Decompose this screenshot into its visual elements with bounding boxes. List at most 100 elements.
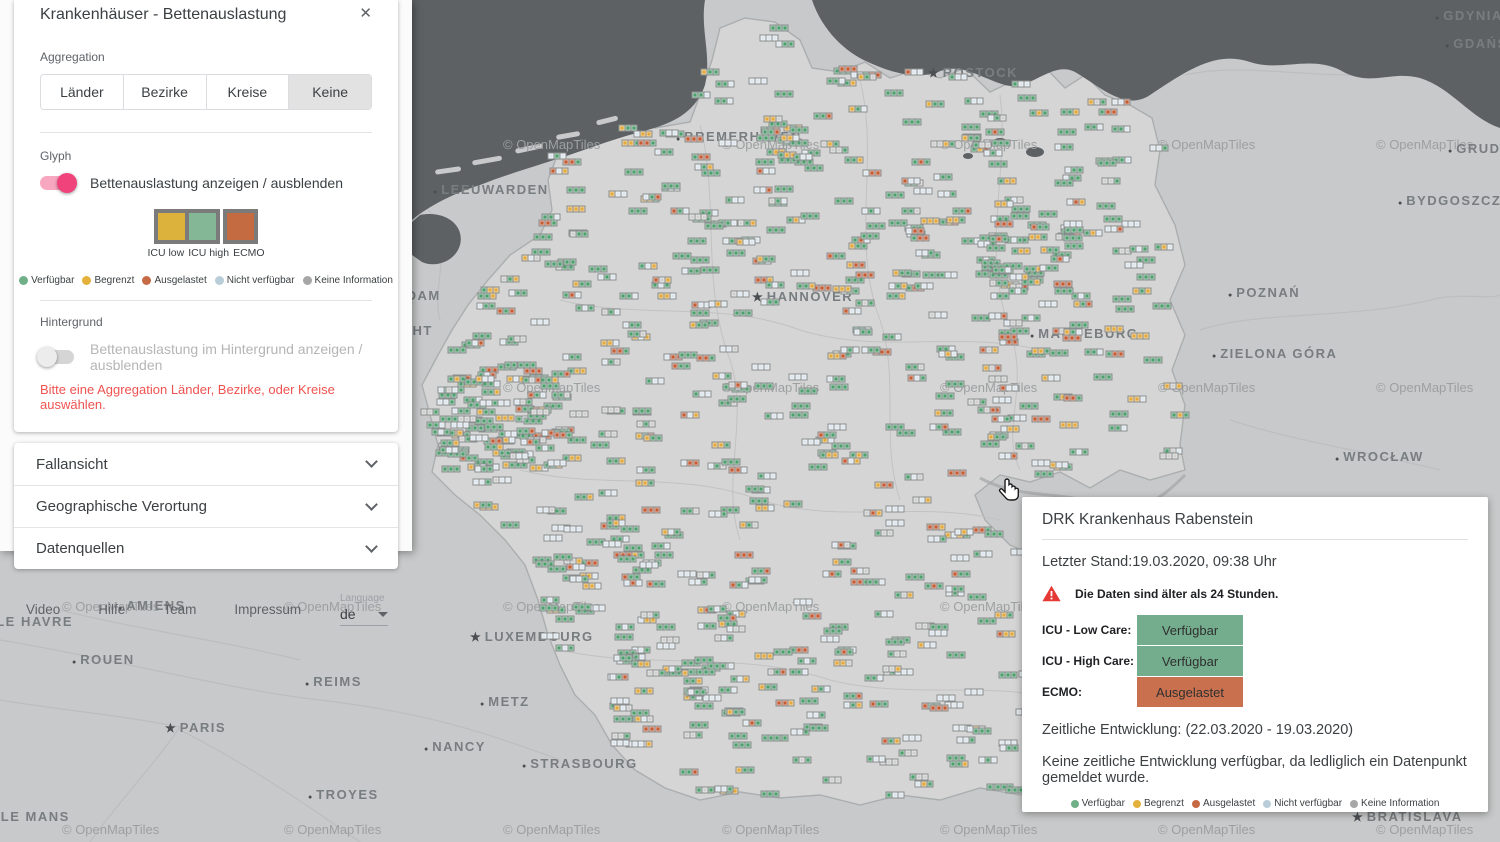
hospital-glyph[interactable] xyxy=(613,715,632,722)
hospital-glyph[interactable] xyxy=(696,668,715,675)
hospital-glyph[interactable] xyxy=(967,593,986,600)
hospital-glyph[interactable] xyxy=(831,442,850,449)
hospital-glyph[interactable] xyxy=(842,308,861,315)
hospital-glyph[interactable] xyxy=(929,311,948,318)
hospital-glyph[interactable] xyxy=(935,393,954,400)
hospital-glyph[interactable] xyxy=(1008,288,1027,295)
hospital-glyph[interactable] xyxy=(728,395,747,402)
hospital-glyph[interactable] xyxy=(582,583,601,590)
hospital-glyph[interactable] xyxy=(683,677,702,684)
hospital-glyph[interactable] xyxy=(625,169,644,176)
hospital-glyph[interactable] xyxy=(889,282,908,289)
hospital-glyph[interactable] xyxy=(1016,443,1035,450)
hospital-glyph[interactable] xyxy=(1063,234,1082,241)
hospital-glyph[interactable] xyxy=(985,129,1004,136)
hospital-glyph[interactable] xyxy=(736,767,755,774)
hospital-glyph[interactable] xyxy=(1170,411,1189,418)
hospital-glyph[interactable] xyxy=(493,477,512,484)
hospital-glyph[interactable] xyxy=(1042,374,1061,381)
hospital-glyph[interactable] xyxy=(591,442,610,449)
hospital-glyph[interactable] xyxy=(689,321,708,328)
hospital-glyph[interactable] xyxy=(597,274,616,281)
hospital-glyph[interactable] xyxy=(652,277,671,284)
hospital-glyph[interactable] xyxy=(926,523,945,530)
hospital-glyph[interactable] xyxy=(860,233,879,240)
hospital-glyph[interactable] xyxy=(938,272,957,279)
hospital-glyph[interactable] xyxy=(930,623,949,630)
hospital-glyph[interactable] xyxy=(677,571,696,578)
hospital-glyph[interactable] xyxy=(856,299,875,306)
aggregation-option-kreise[interactable]: Kreise xyxy=(206,75,289,109)
hospital-glyph[interactable] xyxy=(822,776,841,783)
hospital-glyph[interactable] xyxy=(1030,109,1049,116)
hospital-glyph[interactable] xyxy=(893,269,912,276)
hospital-glyph[interactable] xyxy=(961,135,980,142)
hospital-glyph[interactable] xyxy=(1063,394,1082,401)
hospital-glyph[interactable] xyxy=(957,736,976,743)
hospital-glyph[interactable] xyxy=(802,439,821,446)
aggregation-option-länder[interactable]: Länder xyxy=(41,75,123,109)
hospital-glyph[interactable] xyxy=(567,205,586,212)
hospital-glyph[interactable] xyxy=(695,656,714,663)
hospital-glyph[interactable] xyxy=(1104,326,1123,333)
hospital-glyph[interactable] xyxy=(540,597,559,604)
hospital-glyph[interactable] xyxy=(924,582,943,589)
hospital-glyph[interactable] xyxy=(756,168,775,175)
hospital-glyph[interactable] xyxy=(742,720,761,727)
hospital-glyph[interactable] xyxy=(739,521,758,528)
hospital-glyph[interactable] xyxy=(751,363,770,370)
hospital-glyph[interactable] xyxy=(885,506,904,513)
hospital-glyph[interactable] xyxy=(805,165,824,172)
hospital-glyph[interactable] xyxy=(614,634,633,641)
hospital-glyph[interactable] xyxy=(784,501,803,508)
hospital-glyph[interactable] xyxy=(790,126,809,133)
hospital-glyph[interactable] xyxy=(680,508,699,515)
hospital-glyph[interactable] xyxy=(629,208,648,215)
hospital-glyph[interactable] xyxy=(1132,287,1151,294)
hospital-glyph[interactable] xyxy=(636,479,655,486)
hospital-glyph[interactable] xyxy=(875,610,894,617)
hospital-glyph[interactable] xyxy=(1065,242,1084,249)
hospital-glyph[interactable] xyxy=(694,703,713,710)
hospital-glyph[interactable] xyxy=(1054,287,1073,294)
hospital-glyph[interactable] xyxy=(794,599,813,606)
hospital-glyph[interactable] xyxy=(729,467,748,474)
hospital-glyph[interactable] xyxy=(657,643,676,650)
hospital-glyph[interactable] xyxy=(1069,448,1088,455)
accordion-fallansicht[interactable]: Fallansicht xyxy=(14,443,398,485)
hospital-glyph[interactable] xyxy=(734,309,753,316)
hospital-glyph[interactable] xyxy=(840,347,859,354)
hospital-glyph[interactable] xyxy=(1011,248,1030,255)
hospital-glyph[interactable] xyxy=(776,699,795,706)
hospital-glyph[interactable] xyxy=(698,622,717,629)
hospital-glyph[interactable] xyxy=(767,227,786,234)
hospital-glyph[interactable] xyxy=(882,334,901,341)
hospital-glyph[interactable] xyxy=(540,382,559,389)
hospital-glyph[interactable] xyxy=(790,269,809,276)
hospital-glyph[interactable] xyxy=(569,410,588,417)
hospital-glyph[interactable] xyxy=(638,263,657,270)
hospital-glyph[interactable] xyxy=(1061,109,1080,116)
hospital-glyph[interactable] xyxy=(849,243,868,250)
hospital-glyph[interactable] xyxy=(635,688,654,695)
hospital-glyph[interactable] xyxy=(820,635,839,642)
hospital-glyph[interactable] xyxy=(978,406,997,413)
hospital-glyph[interactable] xyxy=(436,398,455,405)
hospital-glyph[interactable] xyxy=(680,459,699,466)
hospital-glyph[interactable] xyxy=(1017,94,1036,101)
hospital-glyph[interactable] xyxy=(658,293,677,300)
hospital-glyph[interactable] xyxy=(718,614,737,621)
hospital-glyph[interactable] xyxy=(562,353,581,360)
hospital-glyph[interactable] xyxy=(1087,99,1106,106)
hospital-glyph[interactable] xyxy=(509,289,528,296)
hospital-glyph[interactable] xyxy=(599,431,618,438)
footer-link-hilfe[interactable]: Hilfe xyxy=(98,602,125,617)
hospital-glyph[interactable] xyxy=(679,769,698,776)
hospital-glyph[interactable] xyxy=(602,308,621,315)
hospital-glyph[interactable] xyxy=(875,481,894,488)
hospital-glyph[interactable] xyxy=(929,704,948,711)
hospital-glyph[interactable] xyxy=(633,130,652,137)
hospital-glyph[interactable] xyxy=(599,489,618,496)
hospital-glyph[interactable] xyxy=(544,260,563,267)
hospital-glyph[interactable] xyxy=(1104,225,1123,232)
